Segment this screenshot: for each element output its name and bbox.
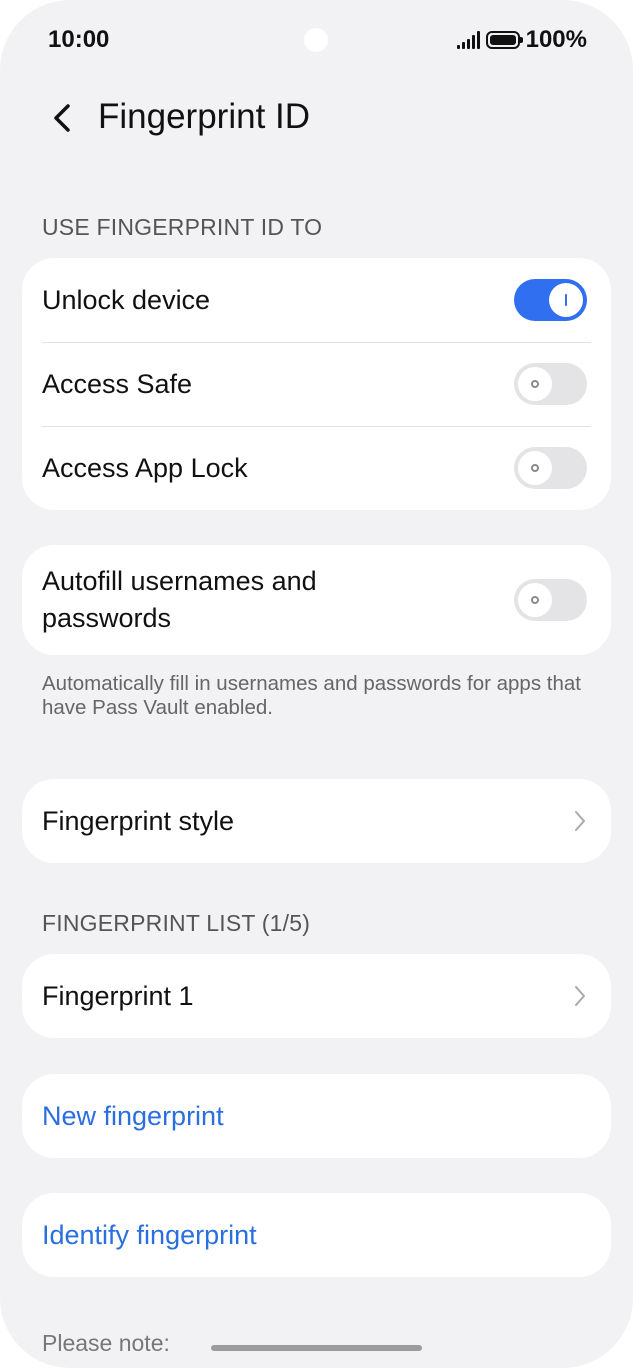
unlock-device-label: Unlock device: [42, 284, 211, 315]
autofill-toggle[interactable]: [514, 579, 587, 621]
fingerprint-list-card: Fingerprint 1: [22, 954, 611, 1038]
new-fingerprint-card: New fingerprint: [22, 1074, 611, 1158]
new-fingerprint-button[interactable]: New fingerprint: [22, 1074, 611, 1158]
status-indicators: 100%: [456, 26, 587, 54]
chevron-right-icon: [575, 986, 585, 1006]
fingerprint-style-card: Fingerprint style: [22, 779, 611, 863]
signal-icon: [456, 31, 480, 49]
autofill-row[interactable]: Autofill usernames and passwords: [22, 545, 611, 655]
please-note-text: Please note:: [42, 1330, 170, 1356]
front-camera: [304, 28, 328, 52]
identify-fingerprint-label: Identify fingerprint: [42, 1219, 257, 1250]
battery-icon: [485, 31, 523, 49]
autofill-card: Autofill usernames and passwords: [22, 545, 611, 655]
access-safe-toggle[interactable]: [514, 363, 587, 405]
access-app-lock-row[interactable]: Access App Lock: [22, 426, 611, 510]
status-time: 10:00: [48, 26, 110, 53]
toggle-knob: [518, 451, 552, 485]
fingerprint-style-row[interactable]: Fingerprint style: [22, 779, 611, 863]
page-title: Fingerprint ID: [98, 97, 311, 136]
fingerprint-1-row[interactable]: Fingerprint 1: [22, 954, 611, 1038]
toggle-knob: [518, 367, 552, 401]
battery-level: 100%: [525, 26, 587, 53]
autofill-description: Automatically fill in usernames and pass…: [42, 672, 581, 719]
access-app-lock-label: Access App Lock: [42, 452, 248, 483]
autofill-label: Autofill usernames and passwords: [42, 566, 317, 633]
identify-fingerprint-button[interactable]: Identify fingerprint: [22, 1193, 611, 1277]
use-section-label: USE FINGERPRINT ID TO: [42, 214, 323, 240]
toggle-knob: [518, 583, 552, 617]
identify-fingerprint-card: Identify fingerprint: [22, 1193, 611, 1277]
use-fingerprint-card: Unlock device Access Safe Access App Loc…: [22, 258, 611, 510]
fingerprint-1-label: Fingerprint 1: [42, 980, 194, 1011]
fingerprint-style-label: Fingerprint style: [42, 805, 235, 836]
unlock-device-row[interactable]: Unlock device: [22, 258, 611, 342]
phone-screen: 10:00 100% Fingerprint ID USE FINGERPRIN…: [0, 0, 633, 1368]
back-arrow-icon[interactable]: [46, 98, 82, 138]
divider: [42, 342, 591, 343]
toggle-knob: [549, 283, 583, 317]
unlock-device-toggle[interactable]: [514, 279, 587, 321]
chevron-right-icon: [575, 811, 585, 831]
new-fingerprint-label: New fingerprint: [42, 1100, 224, 1131]
access-safe-label: Access Safe: [42, 368, 193, 399]
home-indicator[interactable]: [211, 1345, 422, 1351]
fingerprint-list-label: FINGERPRINT LIST (1/5): [42, 910, 311, 936]
page-header: Fingerprint ID: [0, 90, 633, 150]
status-bar: 10:00 100%: [0, 0, 633, 80]
access-safe-row[interactable]: Access Safe: [22, 342, 611, 426]
access-app-lock-toggle[interactable]: [514, 447, 587, 489]
divider: [42, 426, 591, 427]
